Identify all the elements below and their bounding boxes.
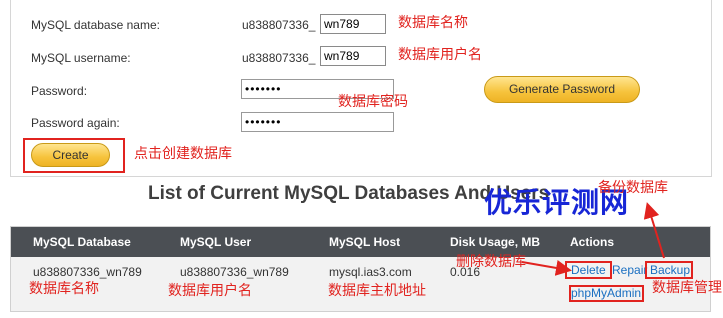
annotation-arrows	[521, 202, 665, 276]
backup-arrow	[643, 202, 665, 259]
delete-arrow	[521, 260, 572, 276]
